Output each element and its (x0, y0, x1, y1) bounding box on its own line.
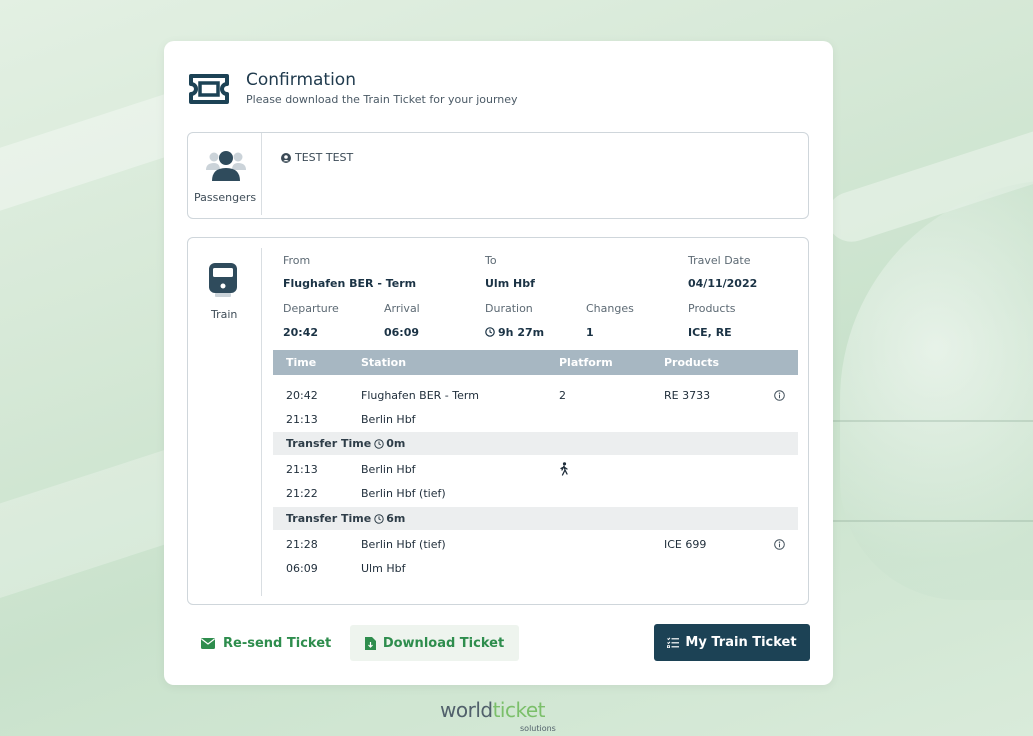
transfer-row: Transfer Time 6m (273, 507, 798, 530)
from-value: Flughafen BER - Term (283, 277, 417, 290)
products-label: Products (688, 302, 736, 315)
passengers-sidebar: Passengers (188, 133, 262, 215)
my-train-ticket-button[interactable]: My Train Ticket (654, 624, 810, 661)
passengers-label: Passengers (194, 191, 257, 204)
clock-icon (485, 327, 495, 337)
journey-panel: Train From Flughafen BER - Term To Ulm H… (187, 237, 809, 605)
clock-icon (374, 438, 384, 449)
train-sidebar: Train (188, 248, 262, 596)
info-icon[interactable] (774, 539, 785, 550)
table-row: 21:13 Berlin Hbf (273, 459, 798, 481)
to-label: To (485, 254, 497, 267)
ticket-icon (189, 74, 229, 104)
from-label: From (283, 254, 311, 267)
passenger-name-text: TEST TEST (295, 151, 354, 164)
file-download-icon (364, 636, 376, 650)
passenger-name: TEST TEST (281, 151, 353, 164)
users-icon (206, 151, 246, 181)
to-value: Ulm Hbf (485, 277, 535, 290)
departure-label: Departure (283, 302, 339, 315)
col-time: Time (286, 356, 317, 369)
itinerary-table-header: Time Station Platform Products (273, 350, 798, 375)
list-check-icon (667, 637, 680, 648)
travel-date-label: Travel Date (688, 254, 751, 267)
info-icon[interactable] (774, 390, 785, 401)
travel-date-value: 04/11/2022 (688, 277, 758, 290)
passengers-panel: Passengers TEST TEST (187, 132, 809, 219)
user-circle-icon (281, 152, 291, 163)
changes-value: 1 (586, 326, 594, 339)
confirmation-card: Confirmation Please download the Train T… (164, 41, 833, 685)
resend-ticket-button[interactable]: Re-send Ticket (201, 631, 331, 655)
page-title: Confirmation (246, 70, 356, 90)
download-ticket-button[interactable]: Download Ticket (350, 625, 519, 661)
table-row: 21:13 Berlin Hbf (286, 413, 416, 426)
col-station: Station (361, 356, 407, 369)
table-row: 06:09 Ulm Hbf (286, 562, 406, 575)
arrival-label: Arrival (384, 302, 420, 315)
walking-icon (560, 462, 568, 476)
departure-value: 20:42 (283, 326, 319, 339)
worldticket-logo: worldticket solutions (440, 698, 556, 733)
duration-label: Duration (485, 302, 533, 315)
table-row: 21:22 Berlin Hbf (tief) (286, 487, 446, 500)
confirmation-header: Confirmation Please download the Train T… (188, 69, 518, 106)
transfer-row: Transfer Time 0m (273, 432, 798, 455)
arrival-value: 06:09 (384, 326, 420, 339)
table-row: 20:42 Flughafen BER - Term 2 RE 3733 (273, 385, 798, 407)
duration-value: 9h 27m (485, 326, 544, 339)
col-platform: Platform (559, 356, 613, 369)
page-subtitle: Please download the Train Ticket for you… (246, 93, 518, 106)
changes-label: Changes (586, 302, 634, 315)
clock-icon (374, 513, 384, 524)
train-label: Train (211, 308, 238, 321)
table-row: 21:28 Berlin Hbf (tief) ICE 699 (273, 534, 798, 556)
train-icon (209, 263, 237, 297)
col-products: Products (664, 356, 720, 369)
products-value: ICE, RE (688, 326, 732, 339)
envelope-icon (201, 637, 215, 649)
